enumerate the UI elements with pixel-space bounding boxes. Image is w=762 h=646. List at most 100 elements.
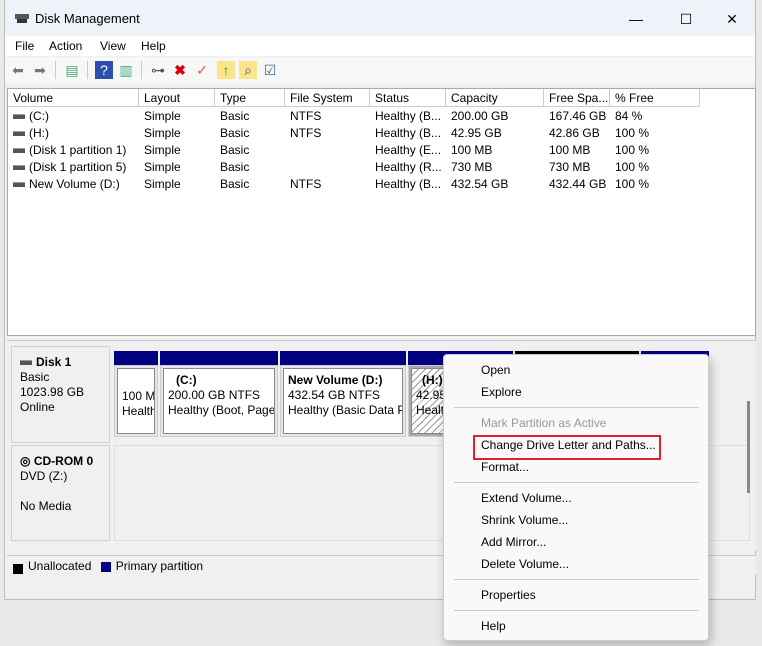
menu-file[interactable]: File bbox=[15, 39, 34, 53]
table-cell[interactable]: Healthy (B... bbox=[375, 176, 445, 193]
table-cell[interactable]: Simple bbox=[144, 125, 214, 142]
cell-text: Simple bbox=[144, 177, 181, 191]
table-cell[interactable]: 84 % bbox=[615, 108, 699, 125]
table-cell[interactable]: Basic bbox=[220, 159, 284, 176]
show-action-pane-icon[interactable]: ▥ bbox=[117, 61, 135, 79]
partition-band bbox=[160, 351, 278, 365]
table-cell[interactable]: Basic bbox=[220, 108, 284, 125]
table-cell[interactable]: 100 % bbox=[615, 176, 699, 193]
table-cell[interactable]: (H:) bbox=[13, 125, 138, 142]
delete-icon[interactable]: ✖ bbox=[171, 61, 189, 79]
forward-icon[interactable]: ➡ bbox=[31, 61, 49, 79]
menu-item-explore[interactable]: Explore bbox=[481, 382, 522, 402]
column-header[interactable]: % Free bbox=[610, 89, 700, 107]
partition-d[interactable]: New Volume (D:) 432.54 GB NTFS Healthy (Ba… bbox=[280, 365, 406, 437]
properties-icon[interactable]: ✓ bbox=[193, 61, 211, 79]
table-cell[interactable]: Simple bbox=[144, 159, 214, 176]
table-cell[interactable]: 730 MB bbox=[549, 159, 609, 176]
table-cell[interactable]: 42.95 GB bbox=[451, 125, 543, 142]
cell-text: Healthy (B... bbox=[375, 126, 442, 140]
menu-view[interactable]: View bbox=[100, 39, 126, 53]
menu-item-delete-volume[interactable]: Delete Volume... bbox=[481, 554, 569, 574]
menu-help[interactable]: Help bbox=[141, 39, 166, 53]
up-folder-icon[interactable]: ↑ bbox=[217, 61, 235, 79]
table-cell[interactable]: 432.54 GB bbox=[451, 176, 543, 193]
table-cell[interactable]: 100 % bbox=[615, 142, 699, 159]
table-cell[interactable] bbox=[290, 159, 369, 176]
column-header[interactable]: Type bbox=[215, 89, 285, 107]
partition-band bbox=[114, 351, 158, 365]
help-icon[interactable]: ? bbox=[95, 61, 113, 79]
table-cell[interactable]: Basic bbox=[220, 142, 284, 159]
table-cell[interactable]: Healthy (B... bbox=[375, 125, 445, 142]
table-cell[interactable]: New Volume (D:) bbox=[13, 176, 138, 193]
close-button[interactable]: ✕ bbox=[709, 6, 755, 32]
back-icon[interactable]: ⬅ bbox=[9, 61, 27, 79]
menu-item-change-drive-letter-and-paths[interactable]: Change Drive Letter and Paths... bbox=[481, 435, 656, 455]
checklist-icon[interactable]: ☑ bbox=[261, 61, 279, 79]
table-cell[interactable]: Basic bbox=[220, 125, 284, 142]
menu-item-shrink-volume[interactable]: Shrink Volume... bbox=[481, 510, 568, 530]
show-hide-console-tree-icon[interactable]: ▤ bbox=[63, 61, 81, 79]
column-header[interactable]: Free Spa... bbox=[544, 89, 610, 107]
table-cell[interactable]: NTFS bbox=[290, 125, 369, 142]
menu-action[interactable]: Action bbox=[49, 39, 82, 53]
disk-1-label[interactable]: Disk 1 Basic 1023.98 GB Online bbox=[11, 346, 110, 443]
table-cell[interactable]: 432.44 GB bbox=[549, 176, 609, 193]
table-cell[interactable]: (Disk 1 partition 5) bbox=[13, 159, 138, 176]
menu-item-extend-volume[interactable]: Extend Volume... bbox=[481, 488, 572, 508]
cdrom-state: No Media bbox=[20, 499, 72, 513]
vertical-scrollbar[interactable] bbox=[747, 401, 750, 493]
table-cell[interactable]: Basic bbox=[220, 176, 284, 193]
table-cell[interactable]: 100 MB bbox=[549, 142, 609, 159]
table-cell[interactable]: 100 % bbox=[615, 125, 699, 142]
table-cell[interactable]: 167.46 GB bbox=[549, 108, 609, 125]
column-header[interactable]: File System bbox=[285, 89, 370, 107]
partition-name: New Volume (D:) bbox=[288, 373, 383, 387]
menu-item-add-mirror[interactable]: Add Mirror... bbox=[481, 532, 546, 552]
column-header[interactable]: Status bbox=[370, 89, 446, 107]
table-cell[interactable]: (Disk 1 partition 1) bbox=[13, 142, 138, 159]
maximize-button[interactable]: ☐ bbox=[663, 6, 709, 32]
cell-text: 432.44 GB bbox=[549, 177, 607, 191]
search-folder-icon[interactable]: ⌕ bbox=[239, 61, 257, 79]
connect-drive-icon[interactable]: ⊶ bbox=[149, 61, 167, 79]
table-cell[interactable]: Healthy (B... bbox=[375, 108, 445, 125]
cdrom-0-label[interactable]: ◎ CD-ROM 0 DVD (Z:) No Media bbox=[11, 445, 110, 541]
table-cell[interactable]: Healthy (E... bbox=[375, 142, 445, 159]
disk-icon bbox=[20, 360, 32, 366]
column-header[interactable]: Capacity bbox=[446, 89, 544, 107]
column-header[interactable]: Volume bbox=[8, 89, 139, 107]
table-cell[interactable]: 42.86 GB bbox=[549, 125, 609, 142]
table-cell[interactable]: Healthy (R... bbox=[375, 159, 445, 176]
table-cell[interactable]: 200.00 GB bbox=[451, 108, 543, 125]
cell-text: (C:) bbox=[29, 109, 49, 123]
volume-icon bbox=[13, 131, 25, 137]
table-cell[interactable]: NTFS bbox=[290, 108, 369, 125]
column-header[interactable]: Layout bbox=[139, 89, 215, 107]
menu-item-properties[interactable]: Properties bbox=[481, 585, 536, 605]
menu-item-help[interactable]: Help bbox=[481, 616, 506, 636]
table-cell[interactable]: 730 MB bbox=[451, 159, 543, 176]
menu-separator bbox=[454, 407, 699, 408]
table-cell[interactable]: 100 MB bbox=[451, 142, 543, 159]
cell-text: Healthy (R... bbox=[375, 160, 442, 174]
cell-text: Basic bbox=[220, 143, 250, 157]
toolbar-separator bbox=[55, 61, 56, 79]
table-cell[interactable]: Simple bbox=[144, 176, 214, 193]
table-cell[interactable] bbox=[290, 142, 369, 159]
menu-item-mark-partition-as-active[interactable]: Mark Partition as Active bbox=[481, 413, 606, 433]
menu-item-open[interactable]: Open bbox=[481, 360, 510, 380]
minimize-button[interactable]: — bbox=[613, 6, 659, 32]
table-cell[interactable]: Simple bbox=[144, 108, 214, 125]
partition-recovery[interactable]: 100 MBHealthy bbox=[114, 365, 158, 437]
table-cell[interactable]: NTFS bbox=[290, 176, 369, 193]
volume-list: Volume Layout Type File System Status Capacit… bbox=[7, 88, 756, 336]
partition-c[interactable]: (C:) 200.00 GB NTFS Healthy (Boot, Page bbox=[160, 365, 278, 437]
table-cell[interactable]: (C:) bbox=[13, 108, 138, 125]
menu-item-format[interactable]: Format... bbox=[481, 457, 529, 477]
table-cell[interactable]: 100 % bbox=[615, 159, 699, 176]
table-cell[interactable]: Simple bbox=[144, 142, 214, 159]
partition-band bbox=[280, 351, 406, 365]
primary-swatch bbox=[100, 561, 111, 572]
